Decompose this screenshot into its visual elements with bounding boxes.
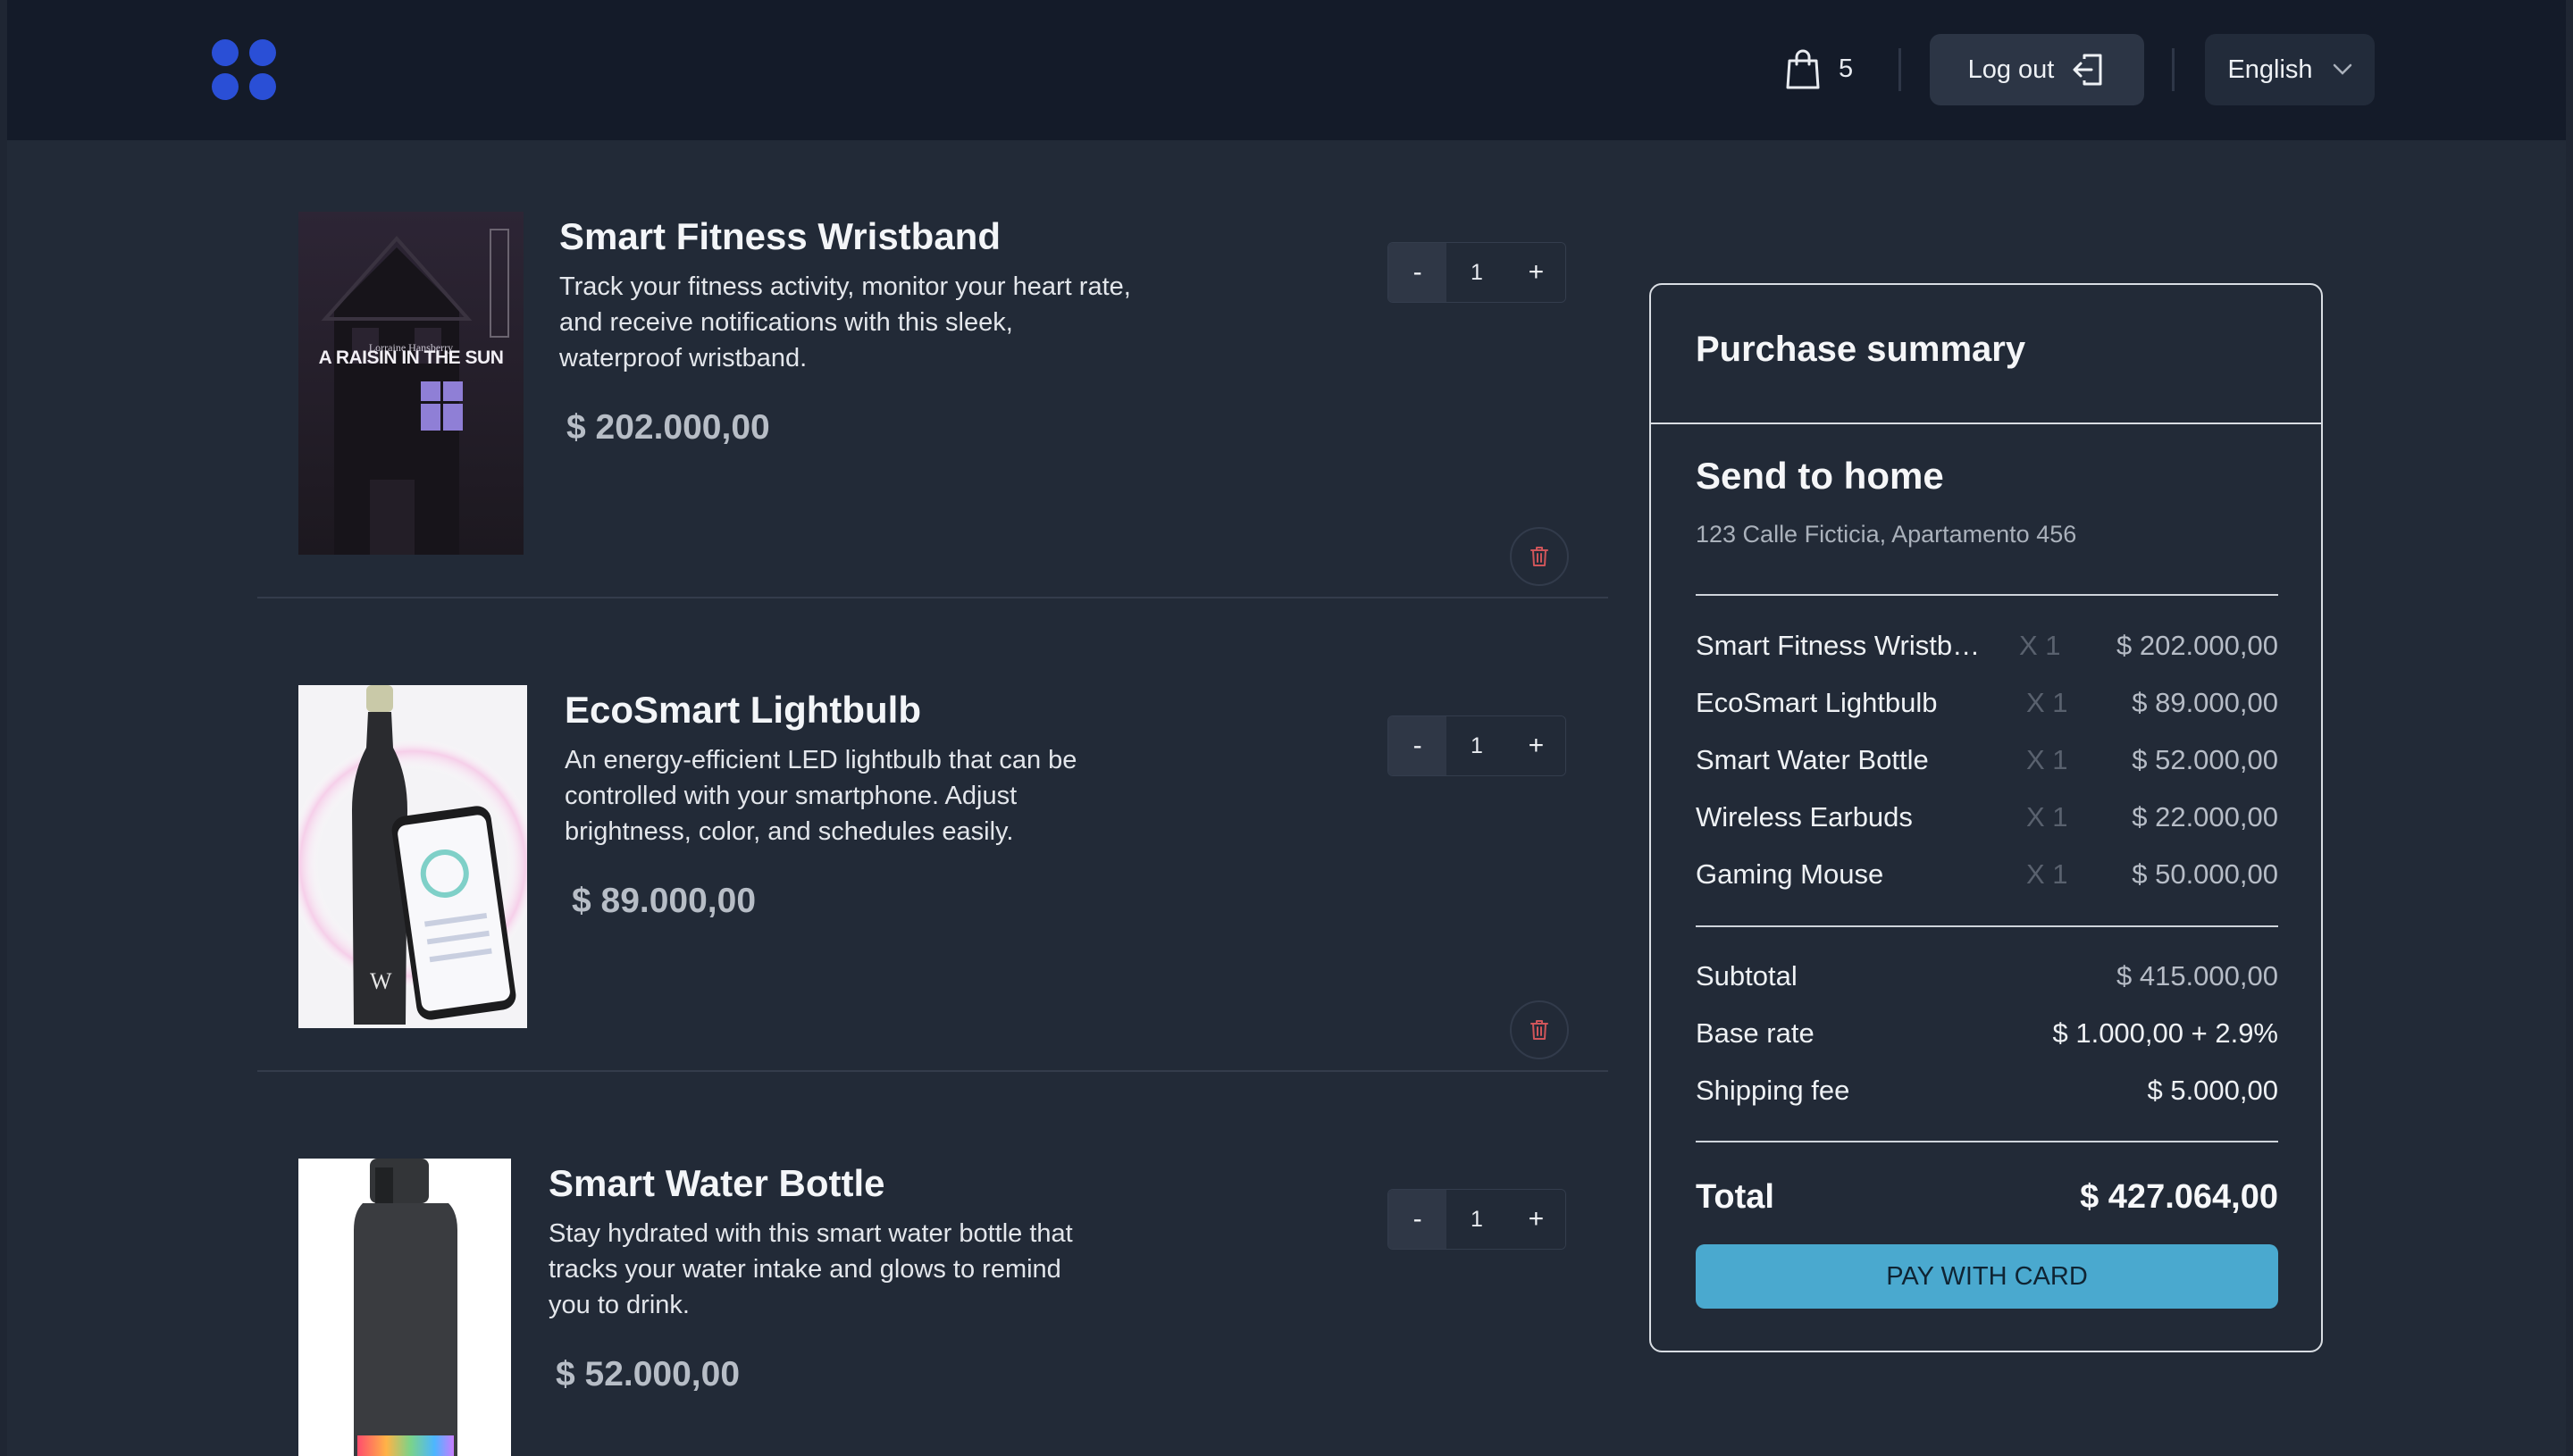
product-price: $ 89.000,00 <box>572 882 757 920</box>
line-item-qty: X 1 <box>2026 801 2068 833</box>
shipping-fee-row: Shipping fee $ 5.000,00 <box>1696 1075 2278 1110</box>
logout-label: Log out <box>1967 54 2055 84</box>
line-item-name: Smart Fitness Wristband <box>1696 630 1982 661</box>
summary-line-item: Gaming Mouse X 1 $ 50.000,00 <box>1696 858 2278 894</box>
quantity-value[interactable]: 1 <box>1446 243 1507 302</box>
book-cover-image <box>298 212 524 555</box>
base-rate-row: Base rate $ 1.000,00 + 2.9% <box>1696 1017 2278 1053</box>
logout-icon <box>2073 54 2102 86</box>
line-item-price: $ 52.000,00 <box>2132 744 2278 775</box>
product-description: An energy-efficient LED lightbulb that c… <box>565 746 1077 846</box>
item-divider <box>257 597 1608 598</box>
product-title: EcoSmart Lightbulb <box>565 689 921 731</box>
product-title: Smart Fitness Wristband <box>559 215 1001 257</box>
water-bottle-phone-image: W <box>298 685 527 1025</box>
total-value: $ 427.064,00 <box>2080 1178 2278 1216</box>
line-item-name: Wireless Earbuds <box>1696 801 1913 833</box>
product-description: Track your fitness activity, monitor you… <box>559 272 1131 372</box>
decrement-button[interactable]: - <box>1388 716 1447 775</box>
purchase-summary-panel: Purchase summary Send to home 123 Calle … <box>1649 283 2323 1352</box>
product-title: Smart Water Bottle <box>549 1162 885 1204</box>
divider <box>2172 48 2175 91</box>
cart-item: Lorraine Hansberry A RAISIN IN THE SUN S… <box>298 212 1621 586</box>
total-label: Total <box>1696 1178 1774 1216</box>
line-item-name: Smart Water Bottle <box>1696 744 1929 775</box>
cart-item: W EcoSmart Lightbulb An energy-efficient… <box>298 685 1621 1059</box>
smart-bottle-image <box>354 1159 457 1456</box>
decrement-button[interactable]: - <box>1388 1190 1447 1249</box>
summary-title: Purchase summary <box>1696 330 2026 369</box>
summary-line-item: Wireless Earbuds X 1 $ 22.000,00 <box>1696 801 2278 837</box>
line-item-qty: X 1 <box>2019 630 2061 661</box>
summary-line-item: Smart Water Bottle X 1 $ 52.000,00 <box>1696 744 2278 780</box>
summary-divider <box>1696 594 2278 596</box>
base-rate-label: Base rate <box>1696 1017 1815 1049</box>
shipping-fee-label: Shipping fee <box>1696 1075 1850 1106</box>
summary-line-item: Smart Fitness Wristband X 1 $ 202.000,00 <box>1696 630 2278 665</box>
product-image <box>298 1159 511 1456</box>
increment-button[interactable]: + <box>1506 243 1565 302</box>
logo-icon[interactable] <box>212 39 280 102</box>
pay-with-card-button[interactable]: PAY WITH CARD <box>1696 1244 2278 1309</box>
increment-button[interactable]: + <box>1506 716 1565 775</box>
language-value: English <box>2227 54 2313 84</box>
chevron-down-icon <box>2333 63 2351 75</box>
quantity-stepper: - 1 + <box>1387 1189 1566 1250</box>
line-item-price: $ 50.000,00 <box>2132 858 2278 890</box>
line-item-price: $ 89.000,00 <box>2132 687 2278 718</box>
summary-divider <box>1651 423 2321 424</box>
subtotal-value: $ 415.000,00 <box>2116 960 2278 992</box>
quantity-value[interactable]: 1 <box>1446 716 1507 775</box>
cart-button[interactable]: 5 <box>1785 48 1853 89</box>
product-image: W <box>298 685 527 1028</box>
line-item-price: $ 202.000,00 <box>2116 630 2278 661</box>
app-window: 5 Log out English Lorraine Hansberry A R… <box>7 0 2566 1456</box>
product-price: $ 52.000,00 <box>556 1355 741 1393</box>
top-bar: 5 Log out English <box>7 0 2566 140</box>
cart-item: Smart Water Bottle Stay hydrated with th… <box>298 1159 1621 1456</box>
cart-count-badge: 5 <box>1839 54 1854 83</box>
product-image: Lorraine Hansberry A RAISIN IN THE SUN <box>298 212 524 555</box>
summary-line-item: EcoSmart Lightbulb X 1 $ 89.000,00 <box>1696 687 2278 723</box>
delivery-method-title: Send to home <box>1696 455 1944 497</box>
logout-button[interactable]: Log out <box>1930 34 2144 105</box>
shopping-bag-icon <box>1786 49 1820 89</box>
base-rate-value: $ 1.000,00 + 2.9% <box>2052 1017 2278 1049</box>
increment-button[interactable]: + <box>1506 1190 1565 1249</box>
line-item-name: Gaming Mouse <box>1696 858 1884 890</box>
line-item-qty: X 1 <box>2026 744 2068 775</box>
line-item-price: $ 22.000,00 <box>2132 801 2278 833</box>
svg-text:W: W <box>370 968 392 994</box>
remove-item-button[interactable] <box>1510 527 1569 586</box>
decrement-button[interactable]: - <box>1388 243 1447 302</box>
delivery-address: 123 Calle Ficticia, Apartamento 456 <box>1696 521 2077 548</box>
item-divider <box>257 1070 1608 1072</box>
product-price: $ 202.000,00 <box>566 408 770 447</box>
language-select[interactable]: English <box>2205 34 2375 105</box>
trash-icon <box>1530 1020 1548 1040</box>
quantity-stepper: - 1 + <box>1387 242 1566 303</box>
remove-item-button[interactable] <box>1510 1000 1569 1059</box>
quantity-stepper: - 1 + <box>1387 715 1566 776</box>
line-item-qty: X 1 <box>2026 687 2068 718</box>
line-item-name: EcoSmart Lightbulb <box>1696 687 1938 718</box>
divider <box>1898 48 1901 91</box>
shipping-fee-value: $ 5.000,00 <box>2147 1075 2278 1106</box>
line-item-qty: X 1 <box>2026 858 2068 890</box>
summary-divider <box>1696 1141 2278 1142</box>
book-title: A RAISIN IN THE SUN <box>318 347 504 368</box>
total-row: Total $ 427.064,00 <box>1696 1178 2278 1221</box>
quantity-value[interactable]: 1 <box>1446 1190 1507 1249</box>
product-description: Stay hydrated with this smart water bott… <box>549 1219 1073 1319</box>
summary-divider <box>1696 925 2278 927</box>
subtotal-row: Subtotal $ 415.000,00 <box>1696 960 2278 996</box>
trash-icon <box>1530 547 1548 566</box>
subtotal-label: Subtotal <box>1696 960 1798 992</box>
